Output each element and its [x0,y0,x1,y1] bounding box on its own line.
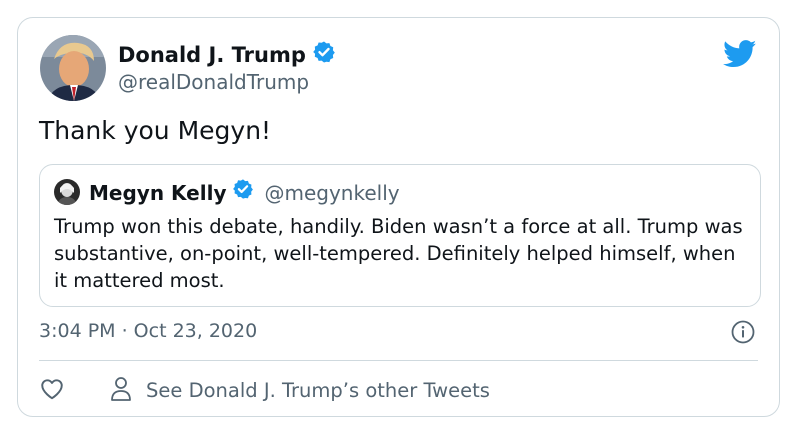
quoted-author-avatar[interactable] [54,179,80,205]
author-avatar[interactable] [40,35,106,101]
verified-badge-icon [232,178,254,207]
verified-badge-icon [312,40,336,70]
quoted-author-name[interactable]: Megyn Kelly [89,179,226,207]
heart-icon[interactable] [39,376,65,406]
quoted-tweet-text: Trump won this debate, handily. Biden wa… [54,215,743,292]
quoted-tweet[interactable]: Megyn Kelly @megynkelly Trump won this d… [39,164,761,307]
twitter-bird-icon[interactable] [723,40,757,72]
divider [39,360,758,361]
tweet-text: Thank you Megyn! [39,116,272,145]
author-name[interactable]: Donald J. Trump [118,40,336,70]
other-tweets-link[interactable]: See Donald J. Trump’s other Tweets [110,376,490,406]
info-icon[interactable] [731,320,755,348]
tweet-timestamp[interactable]: 3:04 PM · Oct 23, 2020 [39,318,257,344]
other-tweets-link-text[interactable]: See Donald J. Trump’s other Tweets [146,378,490,404]
tweet-card[interactable]: Donald J. Trump @realDonaldTrump Thank y… [17,17,780,417]
author-handle[interactable]: @realDonaldTrump [118,69,309,95]
quoted-tweet-header: Megyn Kelly @megynkelly [89,178,400,207]
quoted-author-handle[interactable]: @megynkelly [264,179,399,207]
author-name-text[interactable]: Donald J. Trump [118,42,306,68]
person-icon [110,376,132,406]
